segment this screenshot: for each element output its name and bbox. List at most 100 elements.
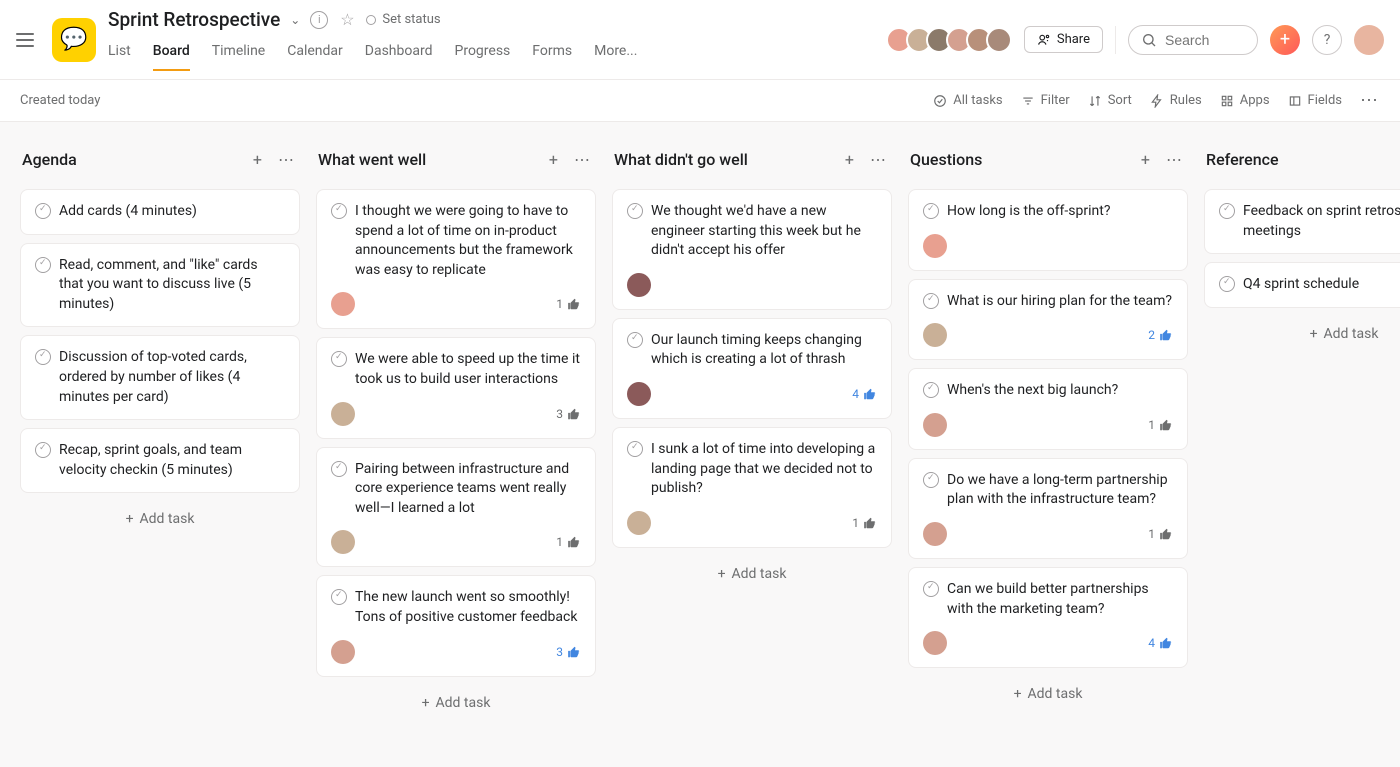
like-button[interactable]: 1 [1148, 527, 1173, 541]
column-title[interactable]: What went well [318, 150, 537, 169]
sidebar-toggle[interactable] [16, 28, 40, 52]
tab-dashboard[interactable]: Dashboard [365, 37, 433, 71]
complete-checkbox[interactable] [331, 203, 347, 219]
set-status-button[interactable]: Set status [366, 12, 440, 27]
rules-button[interactable]: Rules [1150, 93, 1202, 108]
tab-list[interactable]: List [108, 37, 131, 71]
tab-board[interactable]: Board [153, 37, 190, 71]
apps-button[interactable]: Apps [1220, 93, 1270, 108]
add-task-button[interactable]: +Add task [316, 685, 596, 721]
task-card[interactable]: Can we build better partnerships with th… [908, 567, 1188, 668]
filter-button[interactable]: Filter [1021, 93, 1070, 108]
like-button[interactable]: 3 [556, 645, 581, 659]
all-tasks-button[interactable]: All tasks [933, 93, 1002, 108]
assignee-avatar[interactable] [923, 323, 947, 347]
complete-checkbox[interactable] [923, 472, 939, 488]
column-more-button[interactable]: ⋯ [570, 146, 594, 173]
assignee-avatar[interactable] [331, 292, 355, 316]
column-add-button[interactable]: + [545, 146, 562, 173]
assignee-avatar[interactable] [627, 382, 651, 406]
task-card[interactable]: Our launch timing keeps changing which i… [612, 318, 892, 419]
assignee-avatar[interactable] [331, 640, 355, 664]
column-more-button[interactable]: ⋯ [1162, 146, 1186, 173]
complete-checkbox[interactable] [923, 581, 939, 597]
search-box[interactable] [1128, 25, 1258, 55]
complete-checkbox[interactable] [331, 461, 347, 477]
column-title[interactable]: Reference [1206, 150, 1400, 169]
more-menu-button[interactable]: ⋯ [1360, 90, 1380, 111]
task-card[interactable]: Do we have a long-term partnership plan … [908, 458, 1188, 559]
task-card[interactable]: What is our hiring plan for the team?2 [908, 279, 1188, 361]
info-icon[interactable]: i [310, 11, 328, 29]
column-add-button[interactable]: + [249, 146, 266, 173]
search-input[interactable] [1165, 32, 1245, 48]
column-title[interactable]: What didn't go well [614, 150, 833, 169]
assignee-avatar[interactable] [923, 522, 947, 546]
global-add-button[interactable]: + [1270, 25, 1300, 55]
task-card[interactable]: Feedback on sprint retrosp meetings [1204, 189, 1400, 254]
complete-checkbox[interactable] [35, 442, 51, 458]
task-card[interactable]: Discussion of top-voted cards, ordered b… [20, 335, 300, 420]
task-card[interactable]: When's the next big launch?1 [908, 368, 1188, 450]
tab-more[interactable]: More... [594, 37, 637, 71]
project-icon[interactable]: 💬 [52, 18, 96, 62]
task-card[interactable]: Read, comment, and "like" cards that you… [20, 243, 300, 328]
complete-checkbox[interactable] [35, 257, 51, 273]
task-card[interactable]: How long is the off-sprint? [908, 189, 1188, 271]
tab-progress[interactable]: Progress [455, 37, 511, 71]
tab-calendar[interactable]: Calendar [287, 37, 343, 71]
help-button[interactable]: ? [1312, 25, 1342, 55]
column-more-button[interactable]: ⋯ [866, 146, 890, 173]
add-task-button[interactable]: +Add task [1204, 316, 1400, 352]
task-card[interactable]: Recap, sprint goals, and team velocity c… [20, 428, 300, 493]
complete-checkbox[interactable] [1219, 203, 1235, 219]
complete-checkbox[interactable] [923, 203, 939, 219]
task-card[interactable]: Add cards (4 minutes) [20, 189, 300, 235]
complete-checkbox[interactable] [923, 293, 939, 309]
task-card[interactable]: We were able to speed up the time it too… [316, 337, 596, 438]
tab-forms[interactable]: Forms [532, 37, 572, 71]
user-avatar[interactable] [1354, 25, 1384, 55]
complete-checkbox[interactable] [1219, 276, 1235, 292]
like-button[interactable]: 4 [1148, 636, 1173, 650]
like-button[interactable]: 1 [556, 535, 581, 549]
add-task-button[interactable]: +Add task [908, 676, 1188, 712]
task-card[interactable]: The new launch went so smoothly! Tons of… [316, 575, 596, 676]
assignee-avatar[interactable] [923, 631, 947, 655]
add-task-button[interactable]: +Add task [20, 501, 300, 537]
task-card[interactable]: I sunk a lot of time into developing a l… [612, 427, 892, 548]
project-title[interactable]: Sprint Retrospective [108, 8, 280, 31]
like-button[interactable]: 4 [852, 387, 877, 401]
task-card[interactable]: Pairing between infrastructure and core … [316, 447, 596, 568]
task-card[interactable]: I thought we were going to have to spend… [316, 189, 596, 329]
complete-checkbox[interactable] [331, 351, 347, 367]
column-title[interactable]: Questions [910, 150, 1129, 169]
member-avatar[interactable] [986, 27, 1012, 53]
like-button[interactable]: 2 [1148, 328, 1173, 342]
complete-checkbox[interactable] [627, 332, 643, 348]
task-card[interactable]: Q4 sprint schedule [1204, 262, 1400, 308]
column-title[interactable]: Agenda [22, 150, 241, 169]
complete-checkbox[interactable] [35, 203, 51, 219]
chevron-down-icon[interactable]: ⌄ [290, 13, 300, 27]
complete-checkbox[interactable] [35, 349, 51, 365]
complete-checkbox[interactable] [923, 382, 939, 398]
assignee-avatar[interactable] [331, 402, 355, 426]
complete-checkbox[interactable] [627, 441, 643, 457]
add-task-button[interactable]: +Add task [612, 556, 892, 592]
column-add-button[interactable]: + [841, 146, 858, 173]
like-button[interactable]: 1 [1148, 418, 1173, 432]
tab-timeline[interactable]: Timeline [212, 37, 265, 71]
assignee-avatar[interactable] [627, 511, 651, 535]
assignee-avatar[interactable] [331, 530, 355, 554]
column-add-button[interactable]: + [1137, 146, 1154, 173]
task-card[interactable]: We thought we'd have a new engineer star… [612, 189, 892, 310]
star-icon[interactable]: ☆ [338, 11, 356, 29]
assignee-avatar[interactable] [923, 234, 947, 258]
share-button[interactable]: Share [1024, 26, 1103, 53]
like-button[interactable]: 3 [556, 407, 581, 421]
column-more-button[interactable]: ⋯ [274, 146, 298, 173]
assignee-avatar[interactable] [923, 413, 947, 437]
like-button[interactable]: 1 [852, 516, 877, 530]
complete-checkbox[interactable] [627, 203, 643, 219]
